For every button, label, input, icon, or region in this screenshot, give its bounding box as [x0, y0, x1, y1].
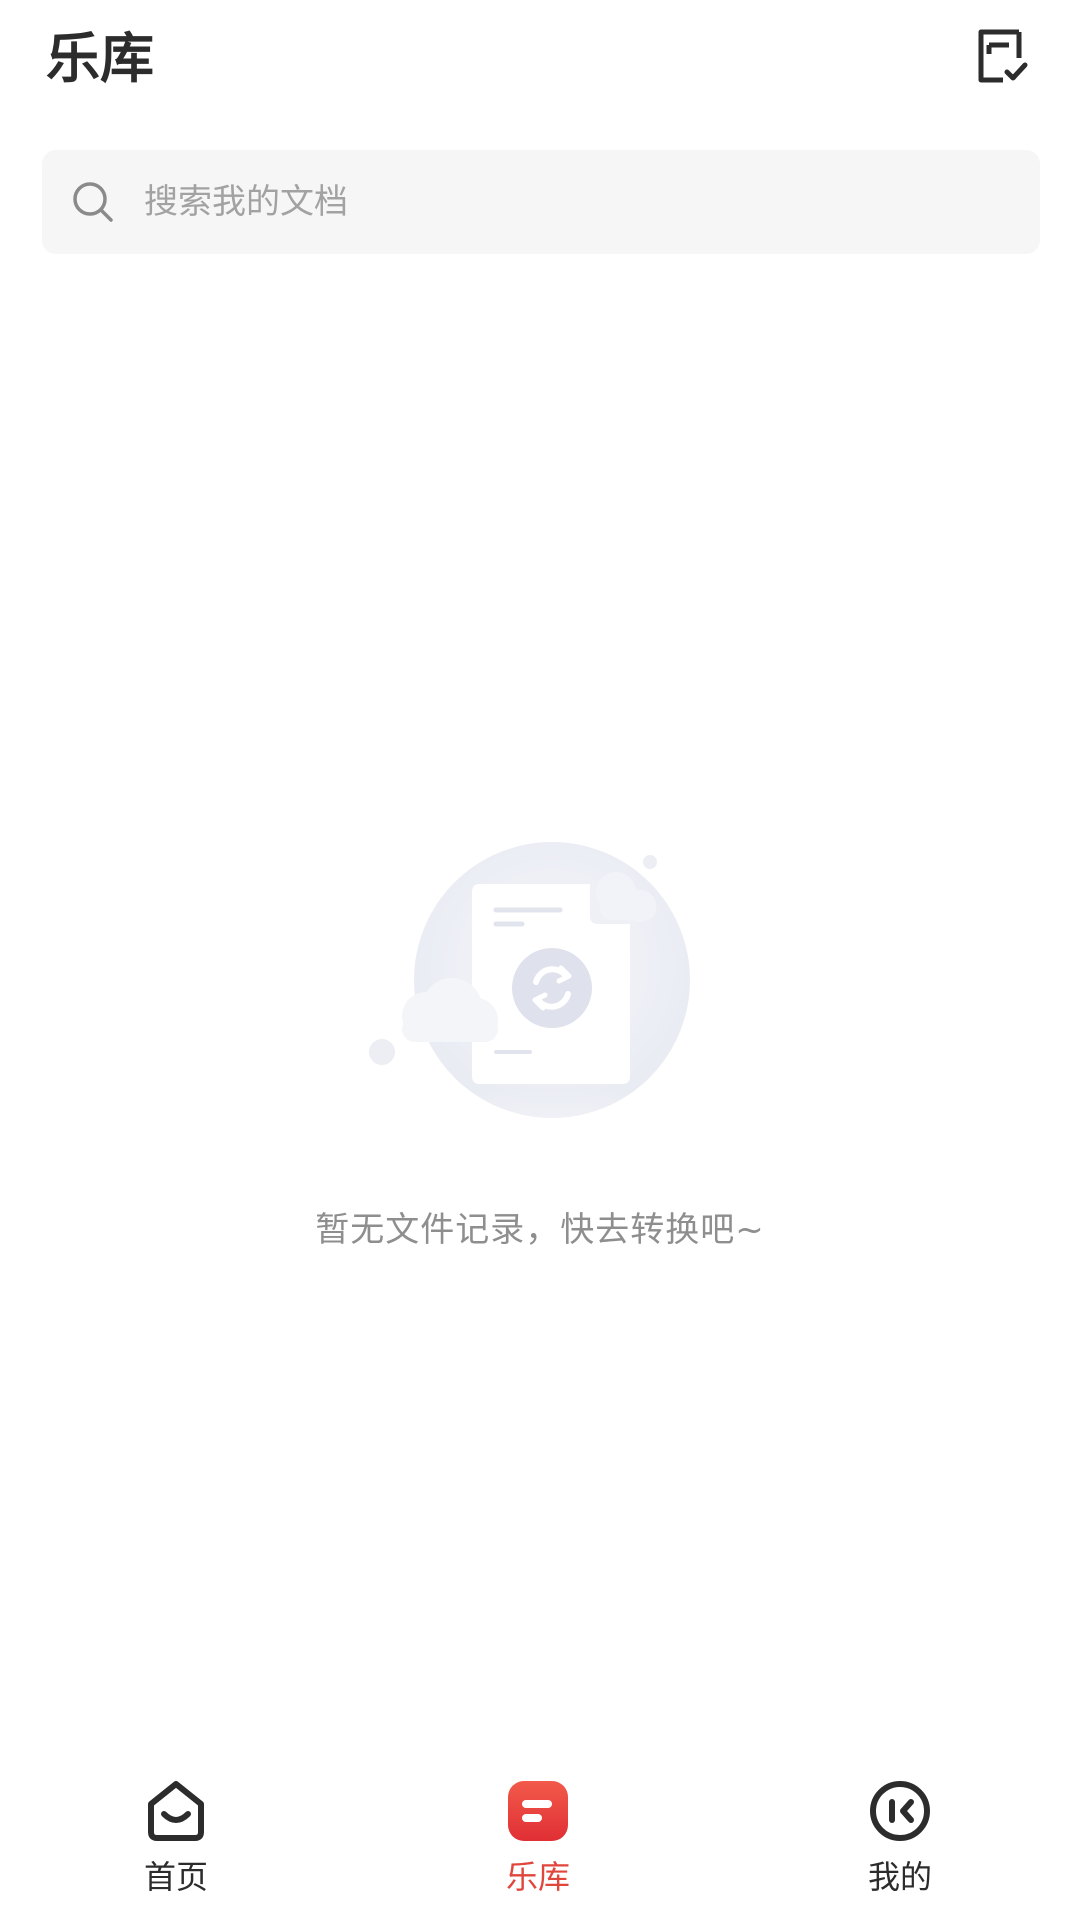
- checklist-edit-icon: [978, 29, 1028, 83]
- nav-label-mine: 我的: [867, 1858, 932, 1896]
- empty-state: 暂无文件记录，快去转换吧~: [0, 820, 1080, 1251]
- search-input[interactable]: [142, 181, 1006, 223]
- empty-state-message: 暂无文件记录，快去转换吧~: [315, 1210, 765, 1250]
- nav-label-library: 乐库: [505, 1858, 570, 1896]
- nav-item-mine[interactable]: 我的: [800, 1776, 1000, 1916]
- header: 乐库: [0, 0, 1080, 120]
- edit-button[interactable]: [972, 26, 1032, 86]
- bottom-nav: 首页 乐库 我的: [0, 1760, 1080, 1920]
- document-convert-illustration: [360, 842, 720, 1180]
- nav-item-home[interactable]: 首页: [76, 1776, 276, 1916]
- nav-label-home: 首页: [143, 1858, 208, 1896]
- library-icon: [503, 1776, 573, 1846]
- nav-item-library[interactable]: 乐库: [438, 1776, 638, 1916]
- home-icon: [141, 1776, 211, 1846]
- search-bar[interactable]: [42, 150, 1040, 254]
- search-icon: [70, 179, 116, 225]
- page-title: 乐库: [46, 27, 154, 90]
- profile-icon: [865, 1776, 935, 1846]
